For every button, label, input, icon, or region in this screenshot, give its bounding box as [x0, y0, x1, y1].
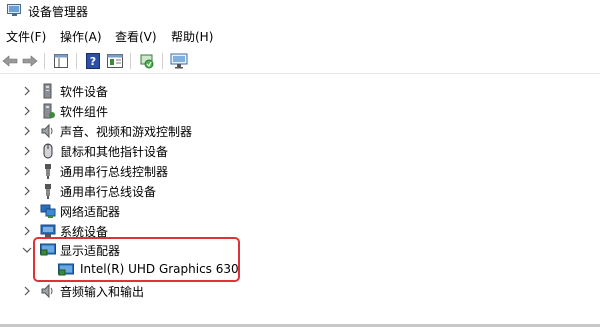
chevron-down-icon[interactable]: [22, 244, 32, 256]
tree-item-label: 系统设备: [60, 225, 109, 239]
tree-item-label: 软件设备: [60, 85, 109, 99]
back-button[interactable]: [1, 52, 19, 70]
menu-action[interactable]: 操作(A): [60, 28, 102, 45]
tree-item-label: 音频输入和输出: [60, 285, 145, 299]
tree-item-label: 通用串行总线设备: [60, 185, 157, 199]
show-hide-tree-button[interactable]: [52, 52, 70, 70]
chevron-right-icon[interactable]: [22, 185, 32, 197]
toolbar-separator: [162, 53, 163, 69]
software-component-icon: [43, 103, 55, 119]
tree-item-label: 鼠标和其他指针设备: [60, 145, 169, 159]
properties-button[interactable]: [106, 52, 124, 70]
forward-button[interactable]: [21, 52, 39, 70]
tree-item-software-devices[interactable]: 软件设备: [0, 81, 600, 101]
tree-item-label: 声音、视频和游戏控制器: [60, 125, 193, 139]
tree-item-label: 显示适配器: [60, 244, 121, 258]
tree-item-network-adapters[interactable]: 网络适配器: [0, 201, 600, 221]
speaker-icon: [41, 123, 53, 139]
menu-help[interactable]: 帮助(H): [171, 28, 213, 45]
help-icon: ?: [86, 53, 100, 69]
tree-item-system-devices[interactable]: 系统设备: [0, 221, 600, 241]
tree-item-label: 软件组件: [60, 105, 109, 119]
display-adapter-icon: [40, 243, 56, 256]
svg-text:?: ?: [90, 55, 96, 68]
chevron-right-icon[interactable]: [22, 85, 32, 97]
tree-item-label: Intel(R) UHD Graphics 630: [80, 262, 239, 276]
chevron-right-icon[interactable]: [22, 165, 32, 177]
menu-bar: 文件(F) 操作(A) 查看(V) 帮助(H): [0, 26, 600, 46]
tree-item-software-components[interactable]: 软件组件: [0, 101, 600, 121]
properties-icon: [107, 54, 123, 68]
tree-item-sound-video-game[interactable]: 声音、视频和游戏控制器: [0, 121, 600, 141]
title-bar: 设备管理器: [0, 0, 600, 22]
device-manager-icon: [7, 4, 21, 16]
tree-item-label: 网络适配器: [60, 205, 121, 219]
tree-item-audio-io[interactable]: 音频输入和输出: [0, 281, 600, 301]
console-tree-icon: [54, 54, 68, 68]
toolbar-separator: [76, 53, 77, 69]
tree-item-usb-devices[interactable]: 通用串行总线设备: [0, 181, 600, 201]
toolbar: ?: [0, 49, 600, 74]
audio-io-icon: [41, 283, 53, 299]
tree-item-intel-uhd-630[interactable]: Intel(R) UHD Graphics 630: [0, 260, 600, 280]
chevron-right-icon[interactable]: [22, 125, 32, 137]
chevron-right-icon[interactable]: [22, 205, 32, 217]
tree-item-mice[interactable]: 鼠标和其他指针设备: [0, 141, 600, 161]
chevron-right-icon[interactable]: [22, 105, 32, 117]
toolbar-separator: [130, 53, 131, 69]
monitor-button[interactable]: [170, 52, 188, 70]
monitor-icon: [170, 53, 188, 69]
software-device-icon: [43, 83, 52, 99]
menu-file[interactable]: 文件(F): [6, 28, 46, 45]
window-title: 设备管理器: [28, 5, 89, 19]
network-adapter-icon: [40, 204, 56, 218]
tree-item-usb-controllers[interactable]: 通用串行总线控制器: [0, 161, 600, 181]
chevron-right-icon[interactable]: [22, 285, 32, 297]
menu-view[interactable]: 查看(V): [115, 28, 157, 45]
help-button[interactable]: ?: [84, 52, 102, 70]
arrow-left-icon: [2, 55, 18, 67]
scan-hardware-icon: [140, 54, 154, 69]
system-device-icon: [40, 224, 56, 237]
usb-icon: [45, 184, 51, 199]
mouse-icon: [43, 143, 53, 159]
usb-icon: [45, 164, 51, 179]
chevron-right-icon[interactable]: [22, 145, 32, 157]
arrow-right-icon: [22, 55, 38, 67]
toolbar-separator: [44, 53, 45, 69]
chevron-right-icon[interactable]: [22, 225, 32, 237]
scan-hardware-button[interactable]: [138, 52, 156, 70]
tree-item-display-adapters[interactable]: 显示适配器: [0, 240, 600, 260]
tree-item-label: 通用串行总线控制器: [60, 165, 169, 179]
display-adapter-icon: [58, 263, 74, 276]
